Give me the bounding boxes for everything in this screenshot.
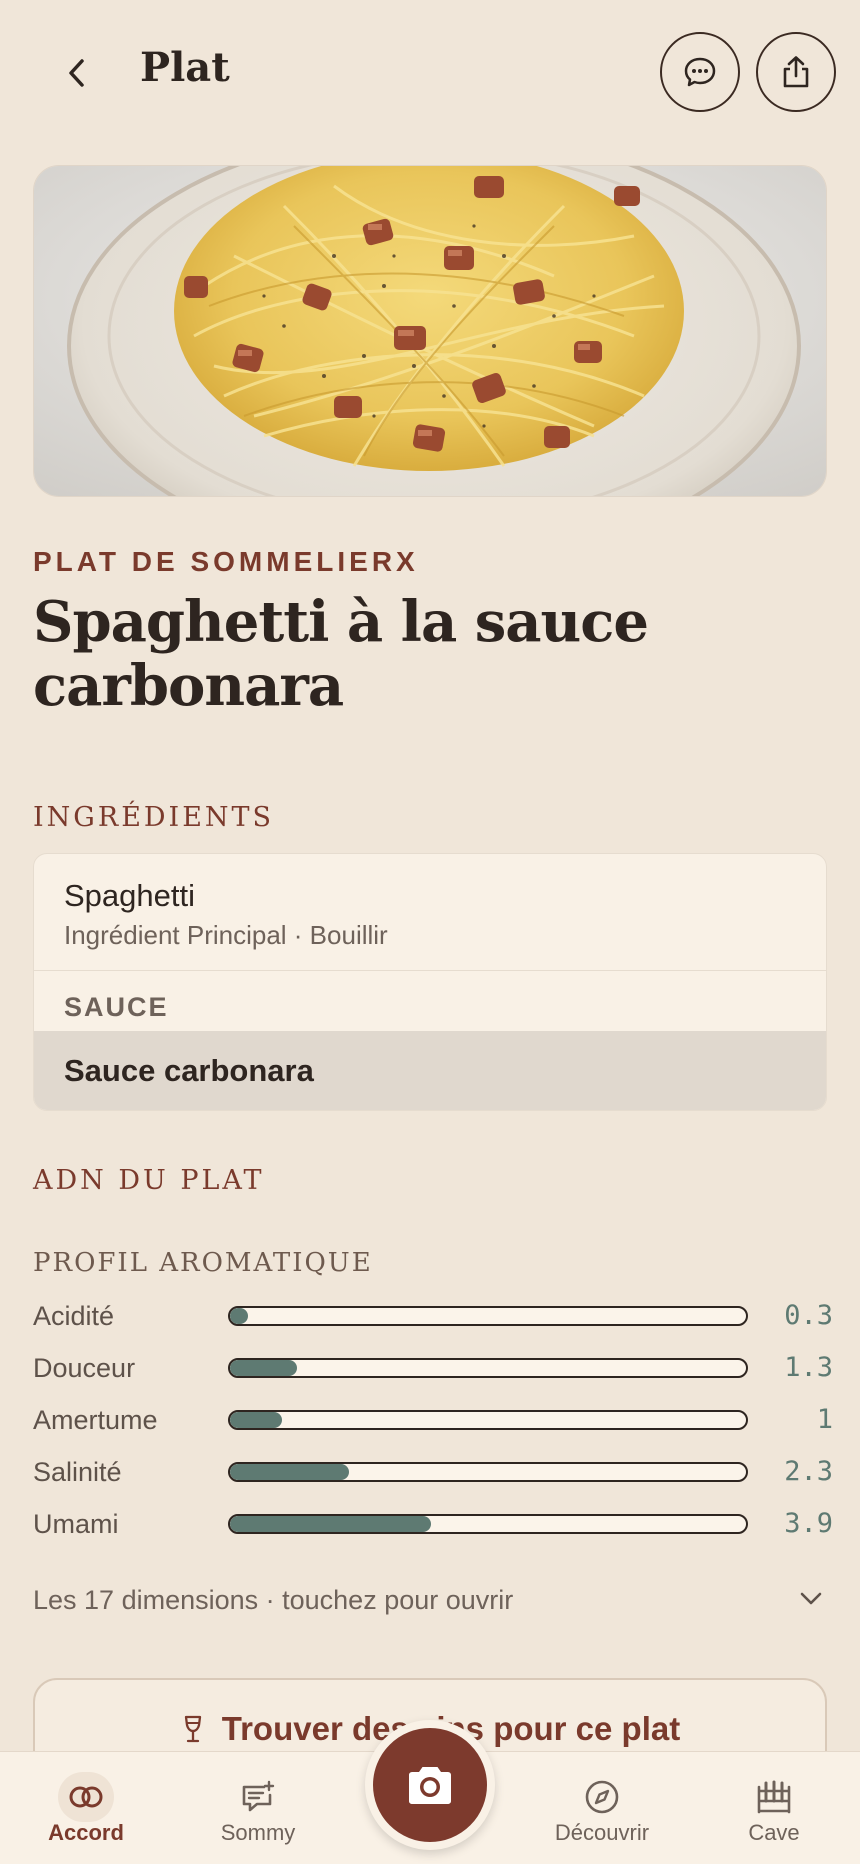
page-title: Plat [140,44,230,91]
aroma-bar-row: Umami 3.9 [33,1498,833,1550]
aroma-bar-row: Amertume 1 [33,1394,833,1446]
share-button[interactable] [756,32,836,112]
aroma-bar-label: Douceur [33,1353,136,1383]
aroma-bar-value: 2.3 [784,1456,833,1487]
tab-label: Cave [748,1820,800,1845]
tab-label: Découvrir [554,1820,650,1845]
sauce-header: SAUCE [64,992,169,1022]
dimensions-toggle[interactable]: Les 17 dimensions · touchez pour ouvrir [33,1585,513,1616]
tab-accord[interactable]: Accord [16,1752,156,1864]
aroma-bar-track [228,1306,748,1326]
share-icon [783,56,809,88]
aroma-bar-value: 0.3 [784,1300,833,1331]
rings-icon [58,1772,114,1822]
header: Plat [0,0,860,150]
aroma-bar-fill [230,1516,432,1532]
tab-cave[interactable]: Cave [704,1752,844,1864]
ingredients-card: Spaghetti Ingrédient Principal · Bouilli… [33,853,827,1111]
camera-icon [409,1767,451,1804]
aroma-bar-row: Douceur 1.3 [33,1342,833,1394]
aroma-bars: Acidité 0.3 Douceur 1.3 Amertume 1 Salin… [33,1290,833,1550]
aroma-bar-label: Acidité [33,1301,115,1331]
aroma-bar-value: 1.3 [784,1352,833,1383]
tab-label: Accord [48,1820,124,1845]
ingredients-section-label: INGRÉDIENTS [33,802,275,833]
aroma-bar-track [228,1410,748,1430]
dish-photo [33,165,827,497]
wine-rack-icon [746,1772,802,1822]
adn-section-label: ADN DU PLAT [33,1165,265,1196]
aroma-bar-fill [230,1360,298,1376]
aroma-bar-track [228,1462,748,1482]
dish-title: Spaghetti à la sauce carbonara [33,589,649,719]
tab-decouvrir[interactable]: Découvrir [532,1752,672,1864]
aroma-bar-label: Umami [33,1509,119,1539]
chevron-left-icon [69,59,84,87]
aroma-bar-label: Salinité [33,1457,122,1487]
camera-button[interactable] [365,1720,495,1850]
aroma-bar-value: 3.9 [784,1508,833,1539]
aroma-profile-label: PROFIL AROMATIQUE [33,1248,373,1278]
aroma-bar-fill [230,1308,249,1324]
compass-icon [574,1772,630,1822]
ingredient-name: Spaghetti [64,878,195,913]
ingredient-row-main[interactable]: Spaghetti Ingrédient Principal · Bouilli… [34,854,826,971]
tab-sommy[interactable]: Sommy [188,1752,328,1864]
dish-eyebrow: PLAT DE SOMMELIERX [33,546,419,577]
aroma-bar-row: Acidité 0.3 [33,1290,833,1342]
chat-button[interactable] [660,32,740,112]
aroma-bar-track [228,1514,748,1534]
chevron-down-icon[interactable] [798,1588,824,1613]
chat-sparkle-icon [230,1772,286,1822]
chat-bubble-icon [684,57,716,87]
aroma-bar-row: Salinité 2.3 [33,1446,833,1498]
aroma-bar-label: Amertume [33,1405,158,1435]
aroma-bar-track [228,1358,748,1378]
aroma-bar-value: 1 [816,1404,833,1435]
ingredient-meta: Ingrédient Principal · Bouillir [64,920,388,950]
aroma-bar-fill [230,1464,349,1480]
back-button[interactable] [52,48,102,98]
tab-label: Sommy [220,1820,296,1845]
sauce-row[interactable]: Sauce carbonara [34,1031,826,1110]
sauce-name: Sauce carbonara [64,1053,314,1088]
wine-glass-icon [184,1715,201,1743]
aroma-bar-fill [230,1412,282,1428]
